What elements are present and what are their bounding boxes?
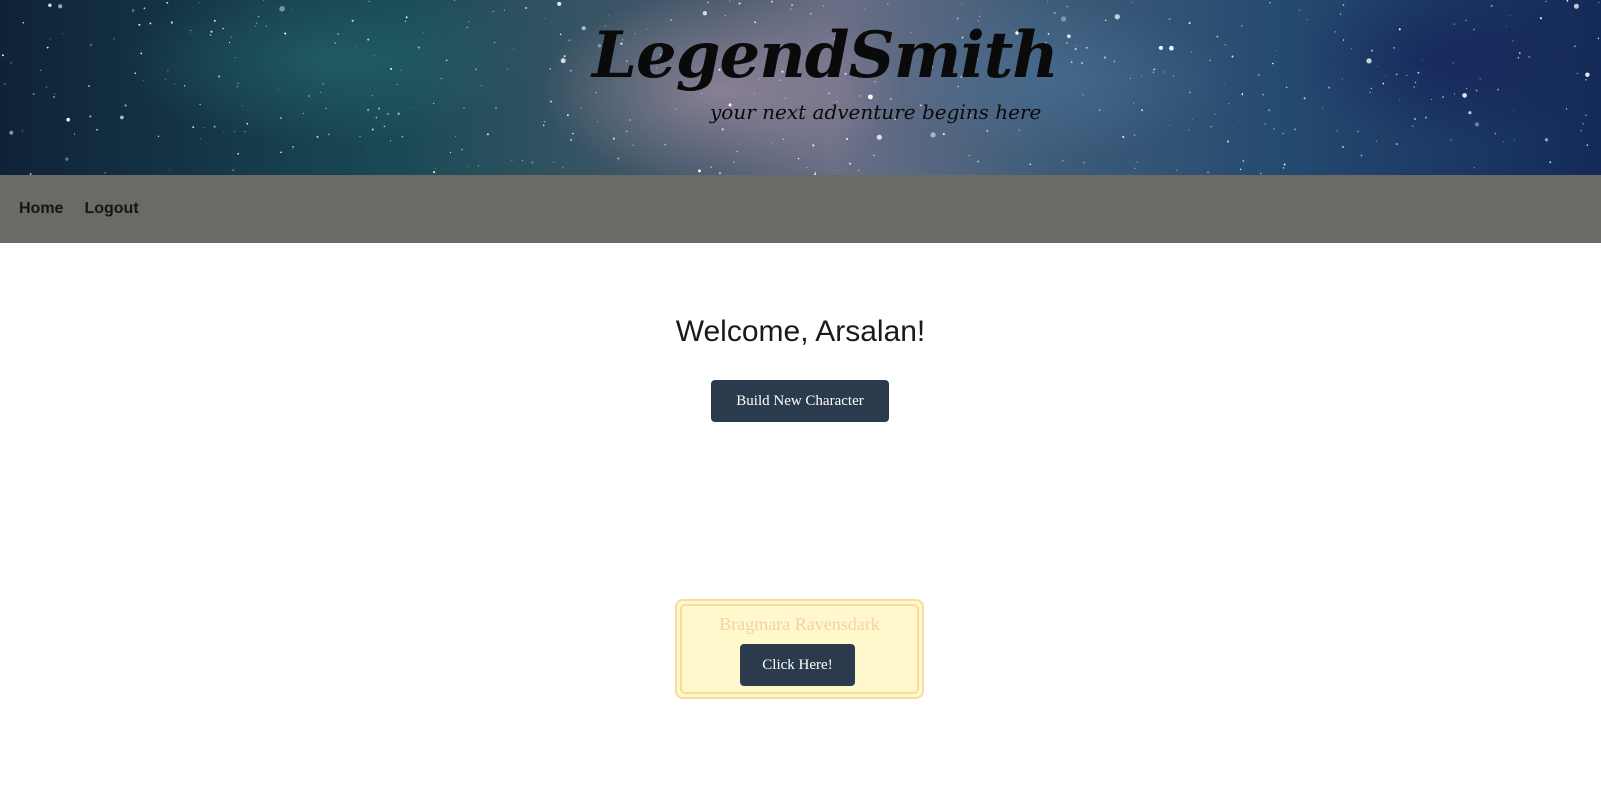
character-open-button[interactable]: Click Here! [740, 644, 855, 686]
build-new-character-button[interactable]: Build New Character [711, 380, 889, 422]
logo-title: LegendSmith [592, 18, 1059, 93]
character-card: Bragmara Ravensdark Click Here! [675, 599, 924, 699]
site-logo[interactable]: LegendSmith your next adventure begins h… [592, 18, 1059, 144]
logo-tagline: your next adventure begins here [710, 100, 1042, 124]
nav-link-logout[interactable]: Logout [84, 200, 138, 218]
character-card-inner: Bragmara Ravensdark Click Here! [680, 604, 919, 694]
main-content: Welcome, Arsalan! Build New Character Br… [0, 243, 1601, 788]
nav-link-home[interactable]: Home [19, 200, 63, 218]
navbar: Home Logout [0, 175, 1601, 243]
character-name: Bragmara Ravensdark [719, 614, 880, 634]
welcome-heading: Welcome, Arsalan! [675, 315, 926, 348]
header-banner: LegendSmith your next adventure begins h… [0, 0, 1601, 175]
